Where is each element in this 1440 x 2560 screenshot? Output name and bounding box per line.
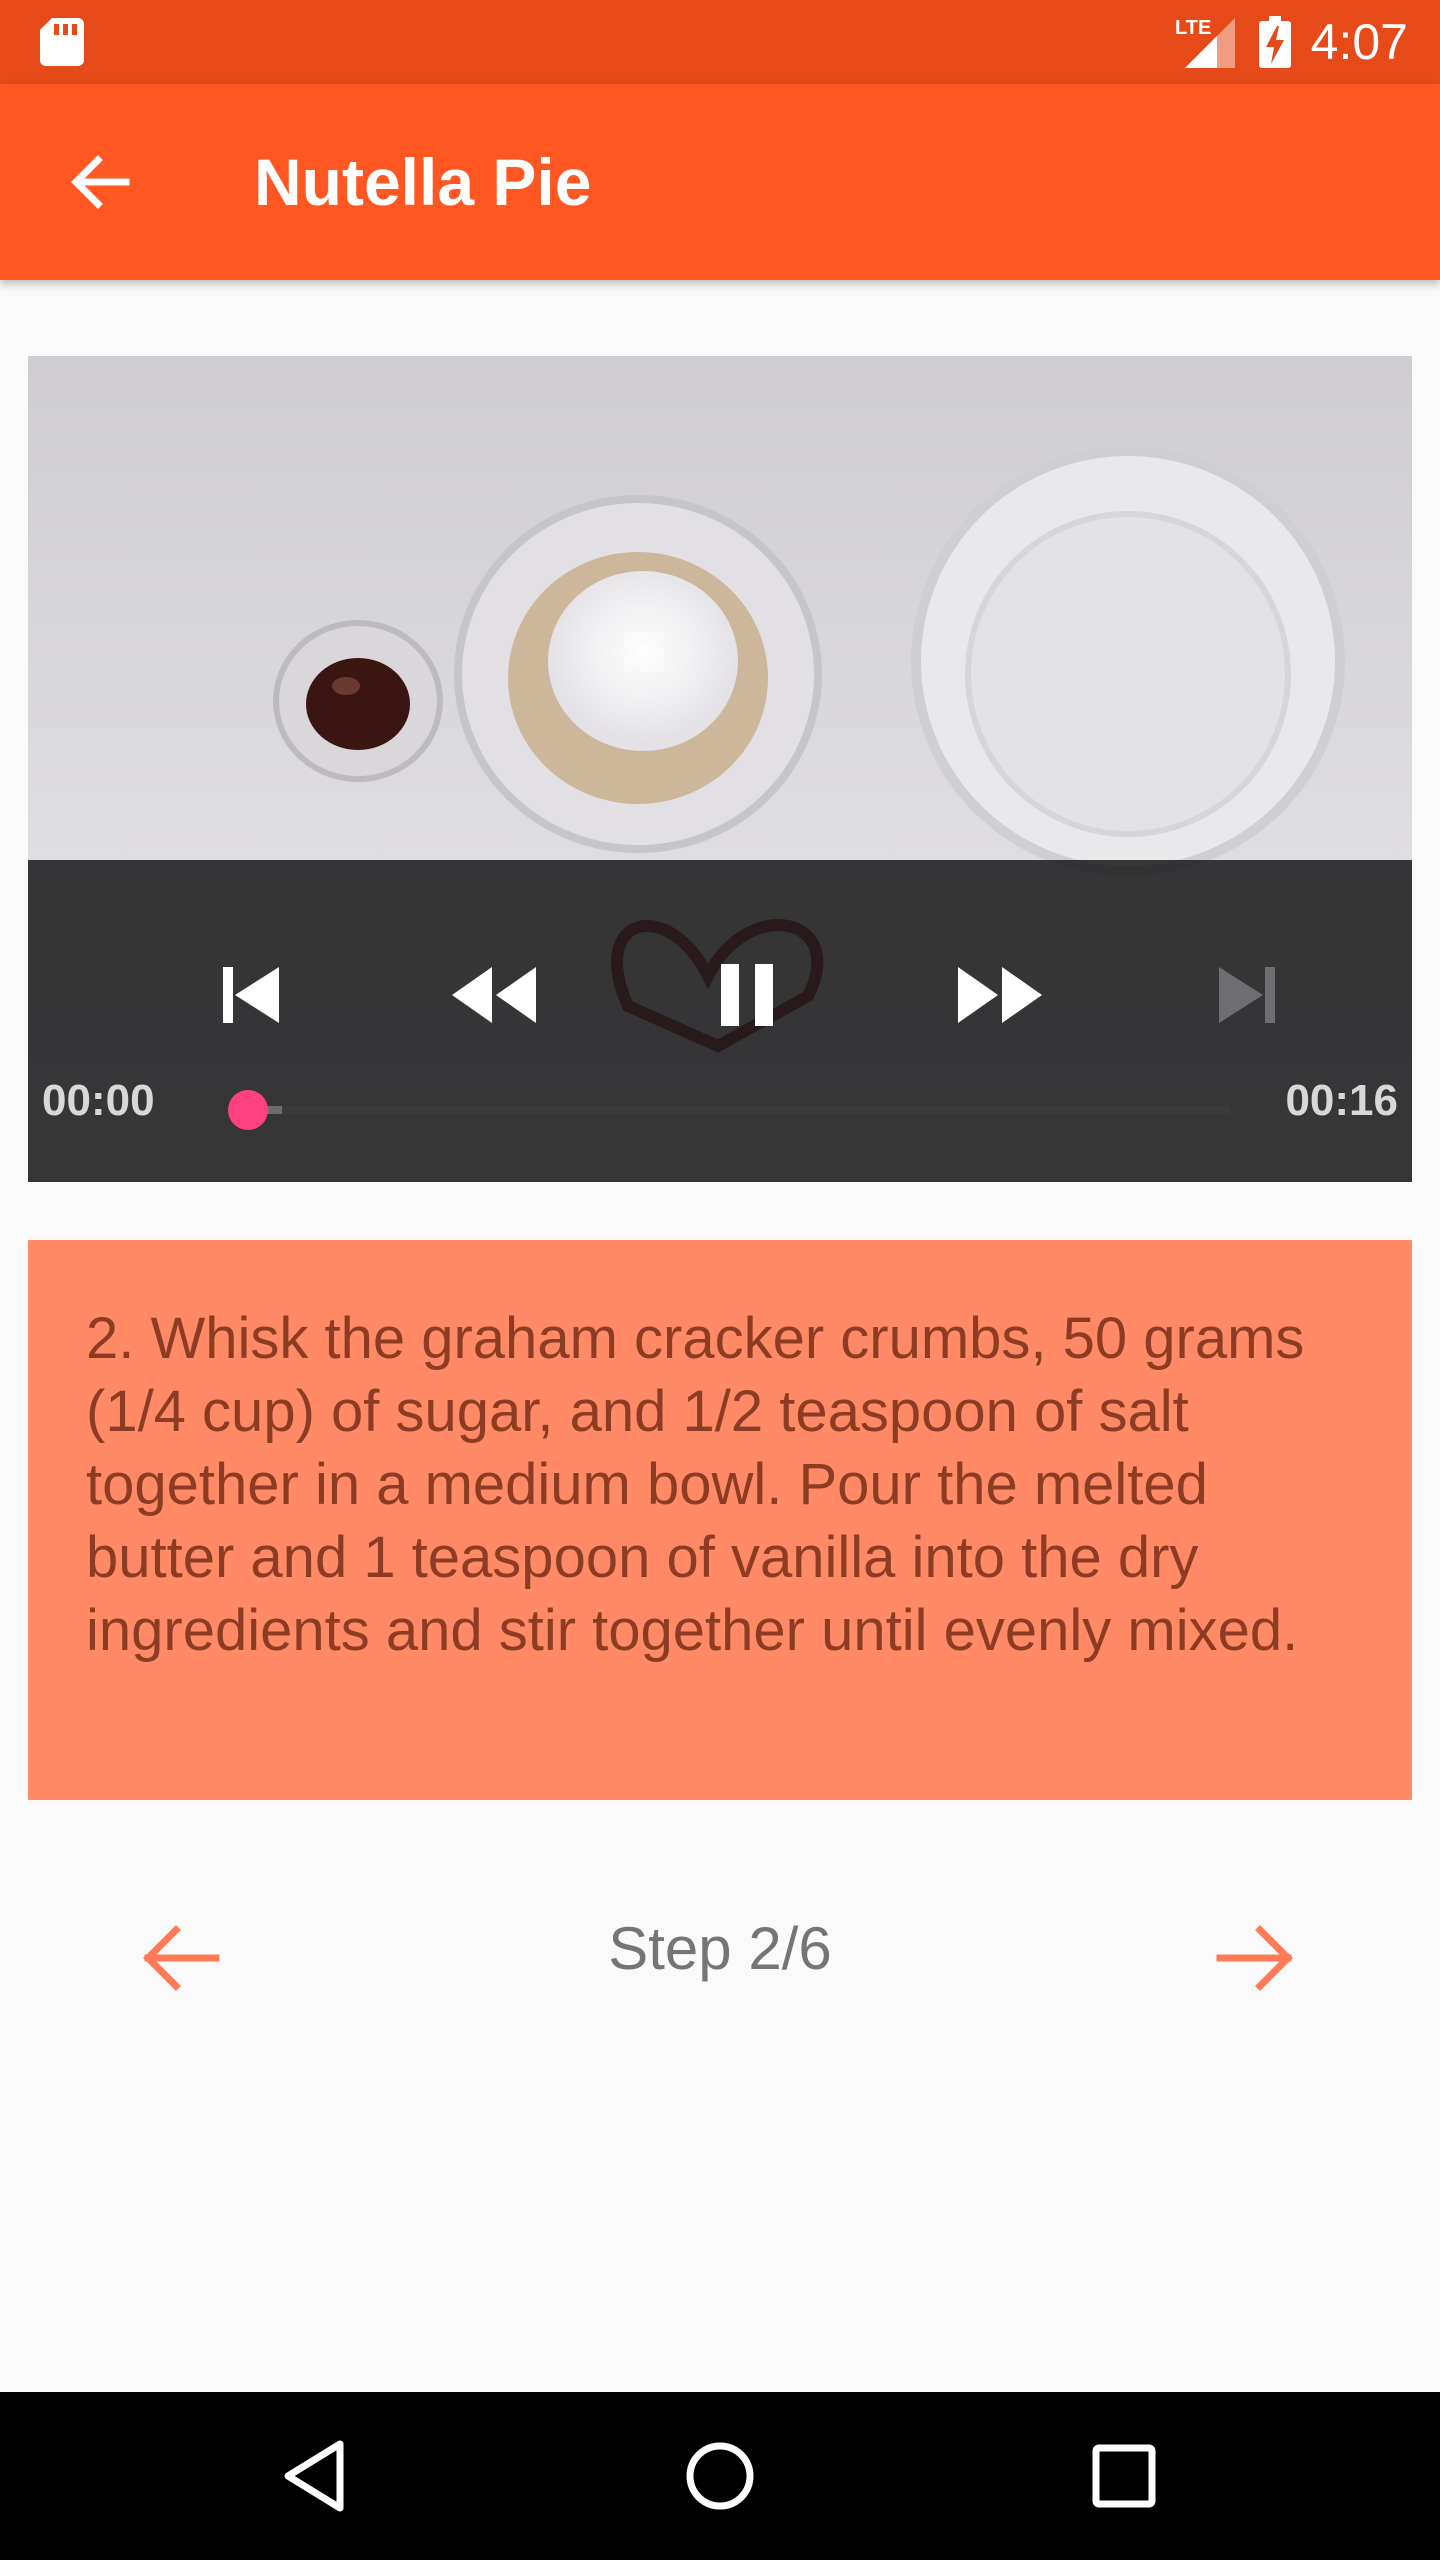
nav-home-icon[interactable] — [670, 2426, 770, 2526]
seek-thumb[interactable] — [228, 1090, 268, 1130]
nav-recents-icon[interactable] — [1074, 2426, 1174, 2526]
network-type-label: LTE — [1175, 17, 1211, 39]
pause-icon — [721, 964, 773, 1026]
app-bar: Nutella Pie — [0, 84, 1440, 280]
total-time: 00:16 — [1285, 1076, 1398, 1125]
arrow-back-icon[interactable] — [56, 138, 144, 226]
step-description: 2. Whisk the graham cracker crumbs, 50 g… — [86, 1306, 1305, 1663]
skip-previous-button[interactable] — [196, 940, 306, 1050]
fast-forward-button[interactable] — [944, 940, 1054, 1050]
rewind-icon — [452, 967, 536, 1023]
battery-charging-icon — [1258, 16, 1291, 68]
sd-card-icon — [40, 18, 84, 66]
page-title: Nutella Pie — [254, 145, 592, 219]
step-navigation: Step 2/6 — [0, 1870, 1440, 2030]
step-description-card: 2. Whisk the graham cracker crumbs, 50 g… — [28, 1240, 1412, 1800]
status-time: 4:07 — [1310, 14, 1408, 70]
skip-next-button[interactable] — [1192, 940, 1302, 1050]
lte-signal-icon: LTE — [1175, 17, 1235, 68]
pause-button[interactable] — [692, 940, 802, 1050]
fast-forward-icon — [958, 967, 1042, 1023]
rewind-button[interactable] — [440, 940, 550, 1050]
seek-bar[interactable] — [242, 1106, 1230, 1114]
status-bar: LTE 4:07 — [0, 0, 1440, 84]
skip-next-icon — [1219, 967, 1275, 1023]
nav-back-icon[interactable] — [266, 2426, 366, 2526]
next-step-arrow-icon[interactable] — [1208, 1910, 1304, 2006]
system-navigation-bar — [0, 2392, 1440, 2560]
player-controls: 00:00 00:16 — [28, 860, 1412, 1182]
video-player[interactable]: 00:00 00:16 — [28, 356, 1412, 1182]
skip-previous-icon — [223, 967, 279, 1023]
current-time: 00:00 — [42, 1076, 155, 1125]
